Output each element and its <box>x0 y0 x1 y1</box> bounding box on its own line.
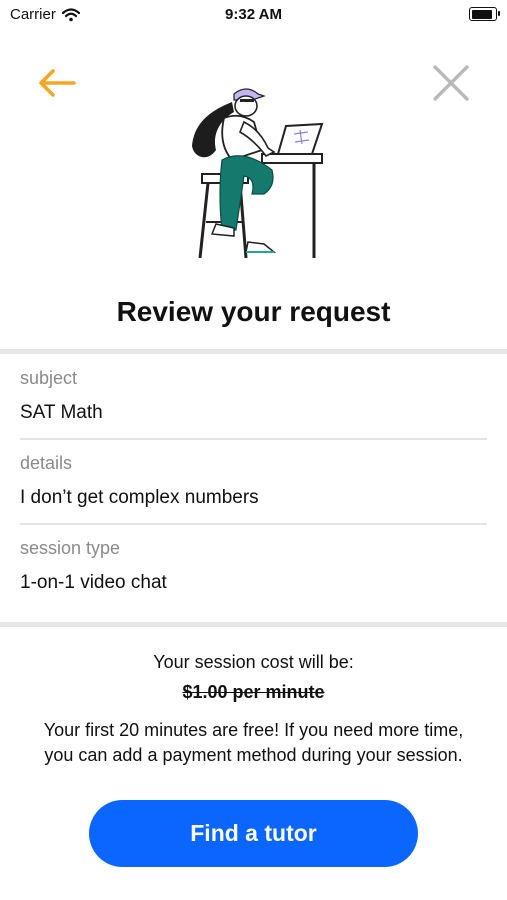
row-divider-details <box>20 523 487 525</box>
back-button[interactable] <box>34 60 80 106</box>
close-button[interactable] <box>428 60 474 106</box>
subject-value: SAT Math <box>20 402 103 423</box>
row-divider-subject <box>20 438 487 440</box>
find-a-tutor-button[interactable]: Find a tutor <box>89 800 418 867</box>
free-minutes-note: Your first 20 minutes are free! If you n… <box>43 720 464 765</box>
subject-label: subject <box>20 368 78 388</box>
arrow-left-icon <box>39 69 76 97</box>
battery-icon <box>469 7 500 21</box>
close-icon <box>433 65 469 101</box>
page-title: Review your request <box>116 296 391 327</box>
details-value: I don’t get complex numbers <box>20 487 259 508</box>
cost-price: $1.00 per minute <box>182 682 325 702</box>
student-at-desk-illustration <box>182 82 332 262</box>
section-divider-bottom <box>0 622 507 627</box>
session-type-value: 1-on-1 video chat <box>20 572 167 593</box>
cost-heading: Your session cost will be: <box>153 652 354 672</box>
status-time: 9:32 AM <box>225 6 282 23</box>
session-type-label: session type <box>20 538 121 558</box>
status-bar: Carrier 9:32 AM <box>0 0 507 30</box>
details-label: details <box>20 453 73 473</box>
section-divider-top <box>0 349 507 354</box>
